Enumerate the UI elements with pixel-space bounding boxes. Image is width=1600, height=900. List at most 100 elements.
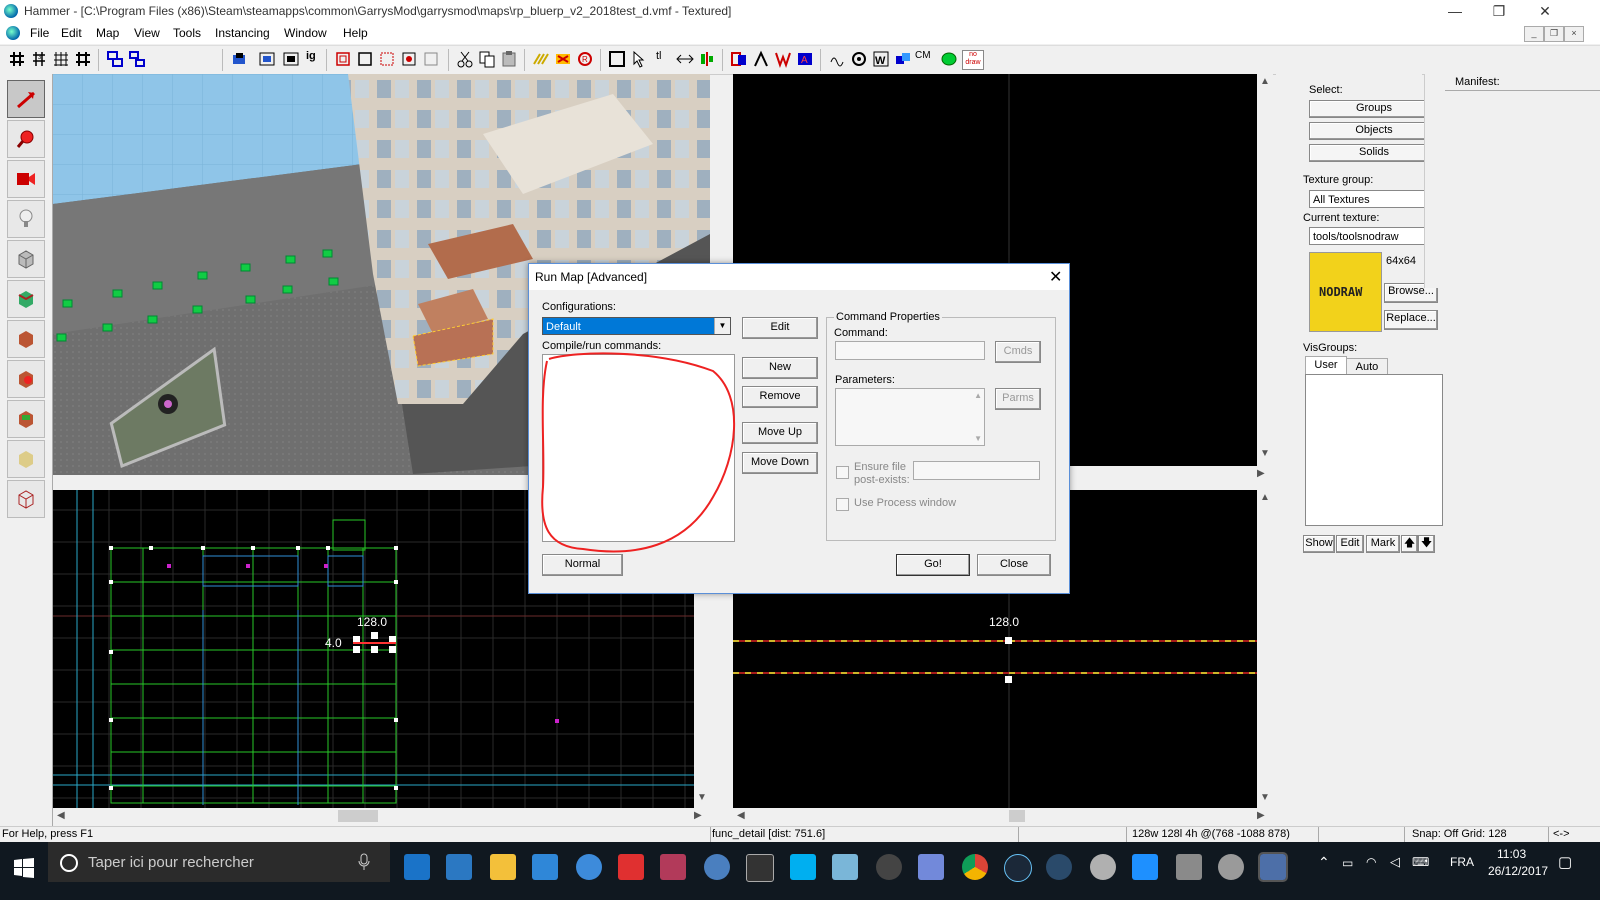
- gift-icon[interactable]: [618, 854, 644, 880]
- visgroup-show-button[interactable]: Show: [1303, 535, 1335, 553]
- current-texture-select[interactable]: tools/toolsnodraw ▼: [1309, 227, 1442, 245]
- move-down-icon[interactable]: 🡇: [1418, 535, 1435, 553]
- visgroup-mark-button[interactable]: Mark: [1366, 535, 1400, 553]
- clock-date[interactable]: 26/12/2017: [1488, 864, 1548, 878]
- vertex-tool[interactable]: [7, 480, 45, 518]
- language-indicator[interactable]: FRA: [1450, 855, 1474, 869]
- flip-icon[interactable]: [676, 50, 694, 68]
- entity-report-icon[interactable]: [730, 50, 748, 68]
- scroll-right-icon[interactable]: ▶: [1257, 810, 1265, 821]
- app-icon-2[interactable]: [660, 854, 686, 880]
- mail-icon[interactable]: [532, 854, 558, 880]
- edit-config-button[interactable]: Edit: [742, 317, 818, 339]
- menu-file[interactable]: File: [30, 26, 49, 40]
- scroll-right-icon[interactable]: ▶: [694, 810, 702, 821]
- normal-mode-button[interactable]: Normal: [542, 554, 623, 576]
- windows-start-icon[interactable]: [14, 858, 34, 878]
- select-objects-button[interactable]: Objects: [1309, 122, 1439, 140]
- app-icon-5[interactable]: [1046, 854, 1072, 880]
- skype-icon[interactable]: [790, 854, 816, 880]
- selection-box-icon[interactable]: [608, 50, 626, 68]
- toggle-helpers-icon[interactable]: [532, 50, 550, 68]
- visgroup-edit-button[interactable]: Edit: [1336, 535, 1364, 553]
- scroll-up-icon[interactable]: ▲: [1260, 492, 1270, 503]
- texture-group-select[interactable]: All Textures ▼: [1309, 190, 1442, 208]
- obs-icon[interactable]: [876, 854, 902, 880]
- check-problems-icon[interactable]: [752, 50, 770, 68]
- scroll-left-icon[interactable]: ◀: [737, 810, 745, 821]
- maximize-button[interactable]: ❐: [1476, 0, 1522, 24]
- paste-icon[interactable]: [500, 50, 518, 68]
- menu-map[interactable]: Map: [96, 26, 119, 40]
- menu-view[interactable]: View: [134, 26, 160, 40]
- chrome-icon[interactable]: [962, 854, 988, 880]
- align-icon[interactable]: [698, 50, 716, 68]
- hammer-taskbar-icon[interactable]: [1258, 852, 1288, 882]
- select-solids-button[interactable]: Solids: [1309, 144, 1439, 162]
- menu-help[interactable]: Help: [343, 26, 368, 40]
- volume-icon[interactable]: ◁: [1390, 854, 1400, 870]
- steam-icon[interactable]: [1004, 854, 1032, 882]
- cmds-button[interactable]: Cmds: [995, 341, 1041, 363]
- move-down-button[interactable]: Move Down: [742, 452, 818, 474]
- app-icon-3[interactable]: [704, 854, 730, 880]
- ignore-groups-button[interactable]: ig: [306, 50, 324, 68]
- app-icon-4[interactable]: [832, 854, 858, 880]
- new-command-button[interactable]: New: [742, 357, 818, 379]
- discord-icon[interactable]: [918, 854, 944, 880]
- mdi-minimize-icon[interactable]: _: [1524, 26, 1544, 42]
- cm-button[interactable]: CM: [915, 50, 937, 68]
- garrysmod-icon[interactable]: [1132, 854, 1158, 880]
- toggle-rotation-icon[interactable]: R: [576, 50, 594, 68]
- green-blob-icon[interactable]: [940, 50, 958, 68]
- move-up-button[interactable]: Move Up: [742, 422, 818, 444]
- app-icon-1[interactable]: [576, 854, 602, 880]
- cubemap-icon[interactable]: [894, 50, 912, 68]
- mdi-restore-icon[interactable]: ❐: [1544, 26, 1564, 42]
- horizontal-scrollbar-bottom-right[interactable]: ◀ ▶: [733, 808, 1273, 824]
- keyboard-icon[interactable]: ⌨: [1412, 855, 1429, 869]
- texture-lock-icon[interactable]: [400, 50, 418, 68]
- selection-tool[interactable]: [7, 80, 45, 118]
- overlay-tool[interactable]: [7, 400, 45, 438]
- vertical-scrollbar-top-right[interactable]: ▲ ▼: [1257, 74, 1273, 466]
- scroll-thumb[interactable]: [1009, 810, 1025, 822]
- menu-window[interactable]: Window: [284, 26, 327, 40]
- scroll-right-icon[interactable]: ▶: [1257, 468, 1265, 479]
- magnify-tool[interactable]: [7, 120, 45, 158]
- gear-icon[interactable]: [850, 50, 868, 68]
- dialog-close-icon[interactable]: ✕: [1049, 267, 1062, 287]
- ungroup-icon[interactable]: [128, 50, 146, 68]
- grid-smaller-icon[interactable]: [52, 50, 70, 68]
- close-dialog-button[interactable]: Close: [977, 554, 1051, 576]
- texture-tool-button[interactable]: tl: [656, 50, 674, 68]
- battery-icon[interactable]: ▭: [1342, 856, 1353, 870]
- grid-larger-icon[interactable]: [74, 50, 92, 68]
- run-map-icon[interactable]: A: [796, 50, 814, 68]
- menu-tools[interactable]: Tools: [173, 26, 201, 40]
- grid-toggle-icon[interactable]: [8, 50, 26, 68]
- scale-lock-icon[interactable]: [422, 50, 440, 68]
- store-icon[interactable]: [446, 854, 472, 880]
- app-icon-8[interactable]: [1218, 854, 1244, 880]
- cut-icon[interactable]: [456, 50, 474, 68]
- scroll-down-icon[interactable]: ▼: [697, 792, 707, 803]
- menu-edit[interactable]: Edit: [61, 26, 82, 40]
- configuration-select[interactable]: Default ▼: [542, 317, 731, 335]
- app-icon-6[interactable]: [1090, 854, 1116, 880]
- clock-time[interactable]: 11:03: [1497, 847, 1526, 861]
- vertical-scrollbar-bottom-right[interactable]: ▲ ▼: [1257, 490, 1273, 808]
- document-icon[interactable]: [6, 26, 20, 40]
- scroll-left-icon[interactable]: ◀: [57, 810, 65, 821]
- texture-application-tool[interactable]: [7, 280, 45, 318]
- command-field[interactable]: [835, 341, 985, 360]
- mdi-close-icon[interactable]: ×: [1564, 26, 1584, 42]
- sprinkle-icon[interactable]: [828, 50, 846, 68]
- replace-button[interactable]: Replace...: [1384, 310, 1438, 330]
- file-explorer-icon[interactable]: [490, 854, 516, 880]
- scroll-down-icon[interactable]: ▼: [1260, 448, 1270, 459]
- 3d-grid-icon[interactable]: 3: [30, 50, 48, 68]
- search-box[interactable]: Taper ici pour rechercher: [48, 842, 390, 882]
- map-properties-icon[interactable]: [774, 50, 792, 68]
- nodraw-button[interactable]: no draw: [962, 50, 984, 70]
